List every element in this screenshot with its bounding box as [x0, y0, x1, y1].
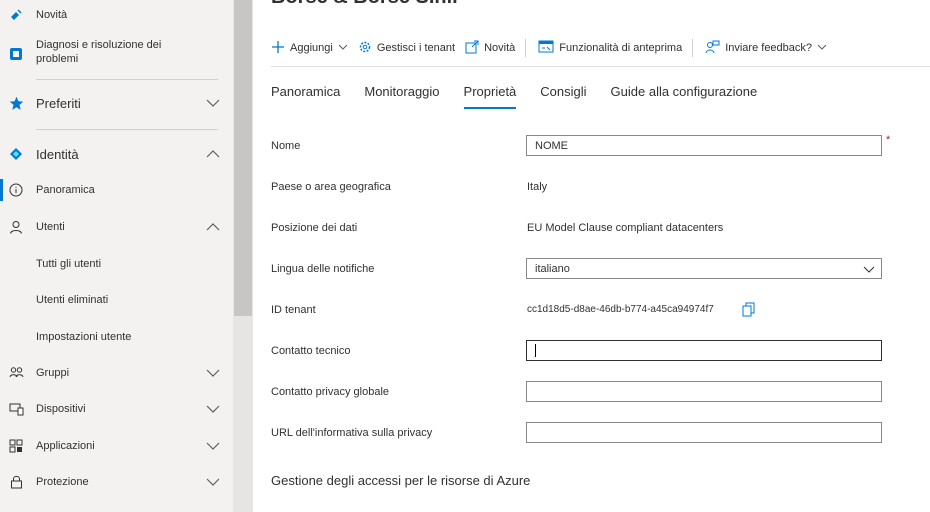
required-marker: *: [886, 134, 891, 146]
data-location-value: EU Model Clause compliant datacenters: [527, 222, 724, 234]
sidebar-divider: [36, 129, 218, 130]
notification-language-value: italiano: [535, 262, 570, 275]
chevron-up-icon[interactable]: [205, 219, 221, 235]
feedback-person-icon: [705, 40, 720, 57]
identity-diamond-icon: [8, 146, 24, 162]
main-content: Borse & Borse S.r.l. Aggiungi Gestisci i…: [253, 0, 930, 512]
toolbar-separator: [692, 39, 694, 57]
chevron-down-icon[interactable]: [205, 365, 221, 381]
feedback-button[interactable]: Inviare feedback?: [705, 40, 827, 57]
chevron-down-icon[interactable]: [205, 95, 221, 111]
plus-icon: [271, 40, 285, 57]
preview-icon: [538, 40, 554, 57]
tab-setup-guides[interactable]: Guide alla configurazione: [611, 84, 758, 105]
preview-features-button[interactable]: Funzionalità di anteprima: [538, 40, 682, 57]
name-label: Nome: [271, 140, 301, 152]
tab-overview[interactable]: Panoramica: [271, 84, 340, 105]
preview-features-label: Funzionalità di anteprima: [559, 42, 683, 54]
chevron-down-icon: [863, 263, 875, 278]
tenant-id-value: cc1d18d5-d8ae-46db-b774-a45ca94974f7: [527, 304, 714, 315]
technical-contact-label: Contatto tecnico: [271, 345, 351, 357]
sidebar-item-identity[interactable]: Identità: [0, 143, 233, 165]
sidebar-item-label: Diagnosi e risoluzione dei problemi: [36, 39, 162, 65]
sidebar-item-applications[interactable]: Applicazioni: [0, 435, 233, 457]
sidebar-item-label: Protezione: [36, 476, 89, 488]
chevron-down-icon: [817, 42, 827, 55]
sidebar-scrollbar-thumb[interactable]: [234, 0, 252, 316]
chevron-down-icon[interactable]: [205, 474, 221, 490]
technical-contact-field[interactable]: [526, 340, 882, 361]
add-button-label: Aggiungi: [290, 42, 333, 54]
chevron-down-icon: [338, 42, 348, 55]
data-location-label: Posizione dei dati: [271, 222, 358, 234]
command-bar-divider: [271, 66, 930, 67]
info-icon: [8, 182, 24, 198]
sidebar-item-favorites[interactable]: Preferiti: [0, 92, 233, 114]
text-caret: [535, 344, 536, 357]
sidebar-item-label: Gruppi: [36, 367, 70, 379]
global-privacy-contact-label: Contatto privacy globale: [271, 386, 390, 398]
country-label: Paese o area geografica: [271, 181, 391, 193]
sidebar-item-label: Utenti eliminati: [36, 294, 109, 306]
sidebar-item-users[interactable]: Utenti: [0, 216, 233, 238]
sidebar-item-all-users[interactable]: Tutti gli utenti: [0, 253, 233, 275]
devices-icon: [8, 401, 24, 417]
feedback-label: Inviare feedback?: [725, 42, 813, 54]
sidebar-item-label: Panoramica: [36, 184, 95, 196]
sidebar-item-overview[interactable]: Panoramica: [0, 179, 233, 201]
sidebar: Novità Diagnosi e risoluzione dei proble…: [0, 0, 233, 512]
privacy-url-field[interactable]: [526, 422, 882, 443]
command-bar: Aggiungi Gestisci i tenant Novità Funzio…: [271, 36, 837, 60]
chevron-up-icon[interactable]: [205, 146, 221, 162]
sidebar-item-protection[interactable]: Protezione: [0, 471, 233, 493]
sidebar-item-label: Tutti gli utenti: [36, 258, 102, 270]
sidebar-item-label: Novità: [36, 9, 68, 21]
lock-icon: [8, 474, 24, 490]
name-field[interactable]: NOME: [526, 135, 882, 156]
tenant-id-label: ID tenant: [271, 304, 316, 316]
chevron-down-icon[interactable]: [205, 401, 221, 417]
sidebar-item-diagnose-solve[interactable]: Diagnosi e risoluzione dei problemi: [0, 36, 233, 68]
apps-icon: [8, 438, 24, 454]
gear-icon: [358, 40, 372, 57]
sidebar-item-label: Utenti: [36, 221, 65, 233]
sidebar-item-label: Impostazioni utente: [36, 331, 132, 343]
tab-monitoring[interactable]: Monitoraggio: [364, 84, 439, 105]
diagnose-icon: [8, 46, 24, 62]
tab-recommendations[interactable]: Consigli: [540, 84, 586, 105]
user-icon: [8, 219, 24, 235]
global-privacy-contact-field[interactable]: [526, 381, 882, 402]
chevron-down-icon[interactable]: [205, 438, 221, 454]
copy-icon[interactable]: [742, 302, 756, 322]
tab-properties[interactable]: Proprietà: [463, 84, 516, 109]
azure-access-management-heading: Gestione degli accessi per le risorse di…: [271, 473, 531, 488]
groups-icon: [8, 365, 24, 381]
sidebar-item-user-settings[interactable]: Impostazioni utente: [0, 326, 233, 348]
privacy-url-label: URL dell'informativa sulla privacy: [271, 427, 433, 439]
sidebar-item-label: Preferiti: [36, 95, 81, 111]
sidebar-item-label: Dispositivi: [36, 403, 86, 415]
toolbar-separator: [525, 39, 527, 57]
sidebar-item-whats-new[interactable]: Novità: [0, 6, 233, 24]
sidebar-item-devices[interactable]: Dispositivi: [0, 398, 233, 420]
page-title: Borse & Borse S.r.l.: [271, 0, 458, 9]
megaphone-icon: [8, 7, 24, 23]
notification-language-select[interactable]: italiano: [526, 258, 882, 279]
country-value: Italy: [527, 181, 548, 193]
sidebar-item-label: Applicazioni: [36, 440, 95, 452]
manage-tenants-button[interactable]: Gestisci i tenant: [358, 40, 455, 57]
sidebar-item-deleted-users[interactable]: Utenti eliminati: [0, 289, 233, 311]
sidebar-item-groups[interactable]: Gruppi: [0, 362, 233, 384]
tab-bar: Panoramica Monitoraggio Proprietà Consig…: [271, 84, 781, 109]
notification-language-label: Lingua delle notifiche: [271, 263, 375, 275]
manage-tenants-label: Gestisci i tenant: [376, 42, 456, 54]
sidebar-divider: [36, 79, 218, 80]
add-button[interactable]: Aggiungi: [271, 40, 348, 57]
name-field-value: NOME: [535, 139, 568, 152]
whats-new-button[interactable]: Novità: [465, 40, 515, 57]
star-icon: [8, 95, 24, 111]
external-link-icon: [465, 40, 479, 57]
sidebar-item-label: Identità: [36, 146, 79, 162]
whats-new-label: Novità: [484, 42, 516, 54]
